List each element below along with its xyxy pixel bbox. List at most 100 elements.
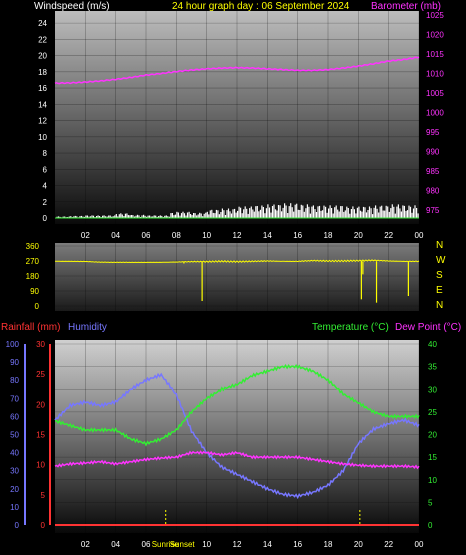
- wind-bar: [353, 209, 355, 218]
- wind-bar: [367, 210, 369, 218]
- wind-bar: [241, 213, 243, 218]
- wind-bar: [277, 205, 280, 218]
- wind-bar: [355, 213, 357, 218]
- wind-bar: [247, 213, 249, 218]
- wind-bar: [362, 206, 365, 218]
- wind-bar: [267, 204, 269, 218]
- wind-bar: [325, 206, 327, 218]
- wind-bar: [291, 207, 293, 218]
- wind-bar: [186, 212, 189, 218]
- wind-bar: [226, 210, 228, 218]
- x-tick-label: 12: [233, 540, 242, 549]
- wind-bar: [379, 206, 381, 218]
- wind-bar: [338, 211, 340, 218]
- wind-bar: [249, 208, 251, 218]
- wind-bar: [237, 210, 239, 218]
- x-tick-label: 04: [111, 231, 120, 240]
- wind-bar: [299, 210, 301, 218]
- x-tick-label: 22: [384, 231, 393, 240]
- wind-bar: [340, 206, 342, 218]
- wind-bar: [121, 214, 123, 218]
- wind-bar: [124, 213, 126, 218]
- direction-tick-label: 0: [35, 302, 40, 311]
- wind-bar: [171, 213, 173, 218]
- barometer-tick-label: 1020: [426, 31, 444, 40]
- wind-bar: [243, 209, 245, 218]
- wind-bar: [176, 211, 178, 218]
- wind-bar: [288, 206, 290, 218]
- wind-bar: [183, 213, 186, 218]
- wind-bar: [382, 210, 384, 218]
- wind-bar: [212, 212, 214, 218]
- barometer-tick-label: 995: [426, 128, 440, 137]
- windspeed-axis-label: Windspeed (m/s): [34, 1, 110, 12]
- wind-bar: [118, 214, 120, 218]
- temperature-tick-label: 0: [428, 521, 433, 530]
- wind-bar: [293, 211, 295, 218]
- wind-bar: [346, 206, 348, 218]
- wind-bar: [256, 206, 258, 218]
- wind-bar: [177, 212, 179, 218]
- wind-bar: [232, 209, 234, 218]
- windspeed-tick-label: 22: [38, 35, 47, 44]
- wind-bar: [240, 207, 242, 218]
- wind-bar: [376, 208, 378, 218]
- x-ticks-panel1: 02 04 06 08 10 12 14 16 18 20 22 00: [81, 231, 424, 240]
- wind-bar: [388, 211, 390, 218]
- wind-bar: [281, 211, 283, 218]
- humidity-tick-label: 10: [10, 503, 19, 512]
- wind-bar: [120, 213, 122, 218]
- rainfall-tick-label: 0: [41, 521, 46, 530]
- wind-bar: [220, 212, 222, 218]
- temperature-ticks: 0 5 10 15 20 25 30 35 40: [428, 340, 437, 530]
- wind-bar: [215, 209, 217, 218]
- wind-bar: [227, 208, 230, 218]
- wind-bar: [206, 211, 208, 218]
- wind-bar: [350, 209, 352, 218]
- wind-bar: [309, 213, 311, 218]
- graph-title: 24 hour graph day : 06 September 2024: [172, 1, 350, 12]
- windspeed-tick-label: 10: [38, 133, 47, 142]
- humidity-tick-label: 30: [10, 467, 19, 476]
- wind-bar: [406, 210, 409, 218]
- temperature-tick-label: 25: [428, 408, 437, 417]
- humidity-ticks: 0 10 20 30 40 50 60 70 80 90 100: [6, 340, 26, 530]
- x-tick-label: 18: [324, 540, 333, 549]
- direction-compass-labels: NWSEN: [436, 240, 446, 311]
- wind-bar: [190, 214, 192, 218]
- temperature-tick-label: 40: [428, 340, 437, 349]
- humidity-tick-label: 100: [6, 340, 20, 349]
- windspeed-tick-label: 18: [38, 68, 47, 77]
- wind-bar: [343, 211, 345, 218]
- wind-bar: [234, 208, 236, 218]
- wind-bar: [397, 204, 399, 218]
- wind-bar: [387, 206, 389, 218]
- rainfall-axis-label: Rainfall (mm): [1, 322, 60, 333]
- wind-bar: [287, 213, 289, 218]
- compass-label: N: [436, 240, 443, 251]
- rainfall-tick-label: 10: [36, 461, 45, 470]
- wind-bar: [314, 209, 316, 218]
- wind-bar: [200, 213, 202, 218]
- wind-bar: [417, 213, 419, 218]
- wind-bar: [290, 203, 292, 218]
- wind-bar: [414, 205, 416, 218]
- humidity-tick-label: 80: [10, 376, 19, 385]
- humidity-tick-label: 50: [10, 431, 19, 440]
- wind-bar: [328, 208, 330, 218]
- wind-bar: [373, 207, 375, 218]
- wind-bar: [126, 213, 128, 218]
- wind-bar: [297, 209, 299, 218]
- wind-bar: [302, 205, 304, 218]
- wind-bar: [409, 206, 412, 218]
- rainfall-tick-label: 20: [36, 400, 45, 409]
- barometer-tick-label: 980: [426, 187, 440, 196]
- temperature-tick-label: 35: [428, 363, 437, 372]
- wind-bar: [372, 214, 374, 218]
- wind-bar: [300, 204, 302, 218]
- wind-bar: [405, 210, 407, 218]
- wind-bar: [214, 213, 216, 218]
- x-tick-label: 06: [142, 540, 151, 549]
- wind-bar: [408, 205, 410, 218]
- temperature-axis-label: Temperature (°C): [312, 322, 389, 333]
